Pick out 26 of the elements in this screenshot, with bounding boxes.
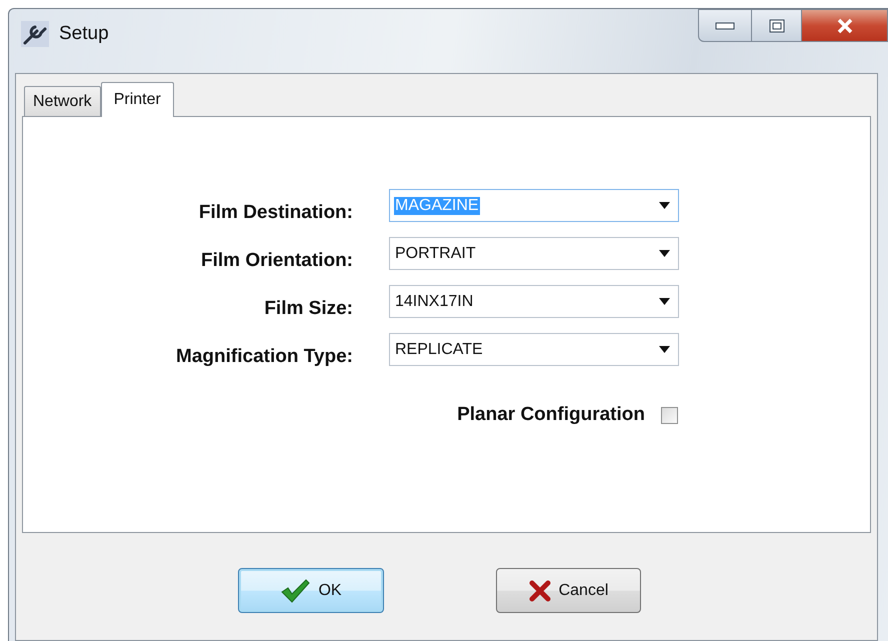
checkmark-icon xyxy=(280,578,310,602)
x-icon xyxy=(528,580,551,602)
tab[interactable]: Network xyxy=(24,86,101,116)
close-icon xyxy=(836,18,854,34)
dropdown-arrow-icon xyxy=(659,346,670,353)
minimize-button[interactable] xyxy=(698,9,752,42)
checkbox[interactable] xyxy=(661,406,678,424)
dropdown[interactable]: 14INX17IN xyxy=(389,285,679,318)
dropdown[interactable]: REPLICATE xyxy=(389,333,679,366)
field-label: Film Destination: xyxy=(198,202,353,224)
maximize-icon xyxy=(768,18,784,32)
window-title: Setup xyxy=(59,22,109,46)
dropdown-arrow-icon xyxy=(659,250,670,257)
close-button[interactable] xyxy=(802,9,888,42)
cancel-button[interactable]: Cancel xyxy=(496,568,641,613)
ok-button[interactable]: OK xyxy=(238,568,384,613)
minimize-icon xyxy=(715,22,735,30)
maximize-button[interactable] xyxy=(752,9,802,42)
field-label: Film Orientation: xyxy=(201,250,353,272)
checkbox-label: Planar Configuration xyxy=(457,404,645,426)
tab[interactable]: Printer xyxy=(100,82,174,117)
dropdown-arrow-icon xyxy=(659,298,670,305)
dropdown[interactable]: PORTRAIT xyxy=(389,237,679,270)
field-label: Magnification Type: xyxy=(176,346,353,368)
dropdown-arrow-icon xyxy=(659,202,670,209)
field-label: Film Size: xyxy=(264,298,353,320)
